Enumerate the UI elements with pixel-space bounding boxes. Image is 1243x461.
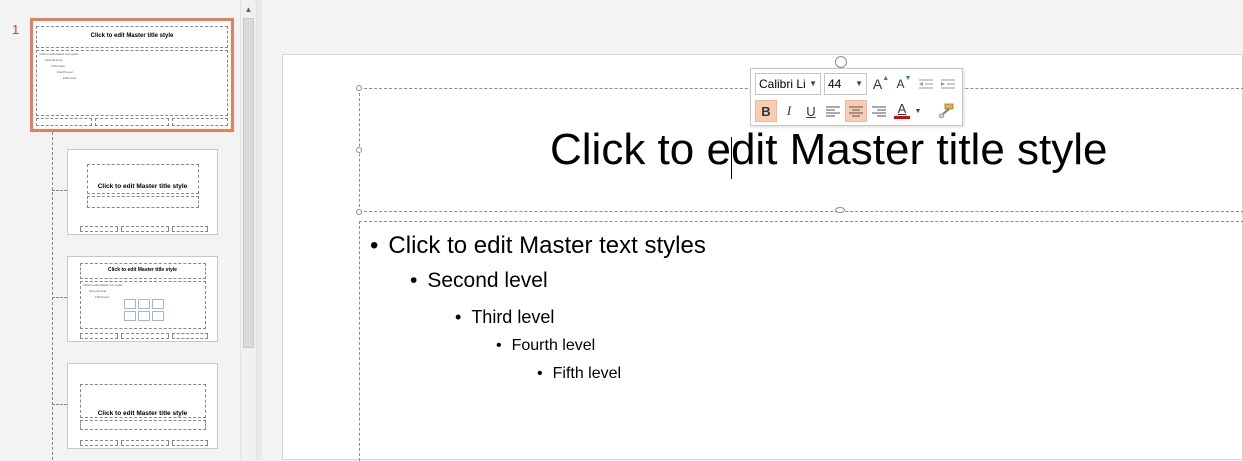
thumb-footer-date: [80, 333, 118, 339]
thumb-body-line: Fifth level: [63, 76, 76, 80]
slide-master-number: 1: [12, 22, 20, 37]
layout-connector-tick: [52, 404, 67, 405]
bullet-level-4[interactable]: • Fourth level: [496, 337, 595, 355]
grow-font-icon: A: [872, 76, 883, 92]
thumb-footer-text: [121, 440, 169, 446]
font-name-value: Calibri Li: [759, 77, 806, 91]
slide-thumbnail-pane: 1 Click to edit Master title style Click…: [0, 0, 240, 460]
thumb-subtitle-placeholder: [87, 196, 199, 208]
layout-connector-tick: [52, 297, 67, 298]
thumb-footer-number: [172, 118, 228, 126]
slide-canvas[interactable]: Click to edit Master title style • Click …: [282, 54, 1243, 461]
thumb-layout-title: Click to edit Master title style: [97, 410, 188, 417]
thumb-master-title: Click to edit Master title style: [90, 33, 174, 39]
thumb-footer-number: [172, 333, 208, 339]
smartart-icon: [152, 299, 164, 309]
format-painter-button[interactable]: [935, 100, 957, 122]
layout-connector-tick: [52, 190, 67, 191]
thumbnail-scrollbar[interactable]: ▲: [240, 0, 257, 460]
scroll-thumb[interactable]: [243, 18, 254, 348]
thumb-footer-text: [95, 118, 169, 126]
thumb-layout-title: Click to edit Master title style: [108, 267, 177, 273]
decrease-indent-button[interactable]: [915, 73, 937, 95]
bold-button[interactable]: B: [755, 100, 777, 122]
bullet-icon: •: [496, 337, 502, 354]
center-icon: [849, 106, 863, 117]
thumb-body-line: Third level: [95, 295, 109, 299]
font-name-dropdown[interactable]: Calibri Li ▼: [755, 73, 821, 95]
thumb-body-line: Second level: [45, 58, 63, 62]
increase-indent-button[interactable]: [937, 73, 959, 95]
bullet-level-1[interactable]: • Click to edit Master text styles: [370, 232, 706, 260]
thumb-body-line: Click to edit Master text styles: [83, 283, 123, 287]
thumb-body-line: Click to edit Master text styles: [39, 52, 79, 56]
thumb-footer-text: [121, 226, 169, 232]
shrink-font-icon: A: [896, 77, 905, 91]
resize-handle[interactable]: [356, 209, 362, 215]
font-color-icon: A: [897, 100, 907, 116]
layout-thumbnail-section-header[interactable]: Click to edit Master title style: [67, 363, 218, 449]
slide-master-thumbnail[interactable]: Click to edit Master title style Click t…: [30, 18, 234, 132]
bullet-icon: •: [455, 307, 462, 327]
thumb-body-line: Fourth level: [57, 70, 73, 74]
slide-editor: Click to edit Master title style • Click …: [262, 0, 1243, 461]
text-cursor: [731, 137, 732, 179]
thumb-layout-title: Click to edit Master title style: [97, 183, 188, 190]
layout-connector-line: [52, 132, 53, 460]
bullet-icon: •: [537, 365, 543, 382]
bullet-level-2[interactable]: • Second level: [410, 269, 548, 293]
chevron-down-icon: ▼: [809, 79, 817, 88]
font-color-swatch: [894, 115, 910, 119]
body-placeholder[interactable]: • Click to edit Master text styles • Secon…: [359, 221, 1243, 461]
bullet-icon: •: [410, 269, 418, 292]
resize-handle[interactable]: [835, 207, 845, 213]
underline-button[interactable]: U: [800, 100, 822, 122]
rotate-handle-icon[interactable]: [835, 56, 847, 68]
italic-button[interactable]: I: [778, 100, 800, 122]
video-icon: [152, 311, 164, 321]
bullet-level-3[interactable]: • Third level: [455, 307, 554, 328]
shrink-font-button[interactable]: A ▼: [893, 73, 915, 95]
resize-handle[interactable]: [356, 85, 362, 91]
bullet-level-5[interactable]: • Fifth level: [537, 365, 621, 383]
decrease-indent-icon: [919, 79, 933, 89]
thumb-footer-number: [172, 440, 208, 446]
down-arrow-icon: ▼: [904, 74, 912, 82]
resize-handle[interactable]: [356, 147, 362, 153]
thumb-text-placeholder: [80, 420, 206, 430]
font-color-button[interactable]: A: [891, 99, 913, 121]
align-right-icon: [872, 106, 886, 117]
up-arrow-icon: ▲: [882, 74, 890, 82]
center-button[interactable]: [845, 100, 867, 122]
slide-title[interactable]: Click to edit Master title style: [550, 125, 1108, 175]
thumb-body-placeholder: [36, 50, 228, 116]
align-left-button[interactable]: [822, 100, 844, 122]
thumb-footer-date: [80, 226, 118, 232]
font-size-value: 44: [828, 77, 842, 91]
format-painter-icon: [938, 103, 954, 119]
table-icon: [124, 299, 136, 309]
align-left-icon: [826, 106, 840, 117]
chevron-down-icon: ▼: [855, 79, 863, 88]
thumb-footer-date: [80, 440, 118, 446]
bullet-icon: •: [370, 232, 379, 259]
font-size-dropdown[interactable]: 44 ▼: [824, 73, 867, 95]
thumb-footer-text: [121, 333, 169, 339]
thumb-body-line: Third level: [51, 64, 65, 68]
mini-toolbar: Calibri Li ▼ 44 ▼ A ▲ A ▼ B I U A ▼: [750, 68, 963, 126]
picture-icon: [124, 311, 136, 321]
layout-thumbnail-title-slide[interactable]: Click to edit Master title style: [67, 149, 218, 235]
thumb-body-line: Second level: [89, 289, 107, 293]
align-right-button[interactable]: [868, 100, 890, 122]
chart-icon: [138, 299, 150, 309]
grow-font-button[interactable]: A ▲: [870, 73, 892, 95]
font-color-dropdown-icon[interactable]: ▼: [914, 105, 922, 117]
thumb-footer-number: [172, 226, 208, 232]
online-picture-icon: [138, 311, 150, 321]
scroll-up-arrow-icon[interactable]: ▲: [241, 2, 256, 16]
thumb-footer-date: [36, 118, 92, 126]
increase-indent-icon: [941, 79, 955, 89]
layout-thumbnail-title-content[interactable]: Click to edit Master title style Click t…: [67, 256, 218, 342]
